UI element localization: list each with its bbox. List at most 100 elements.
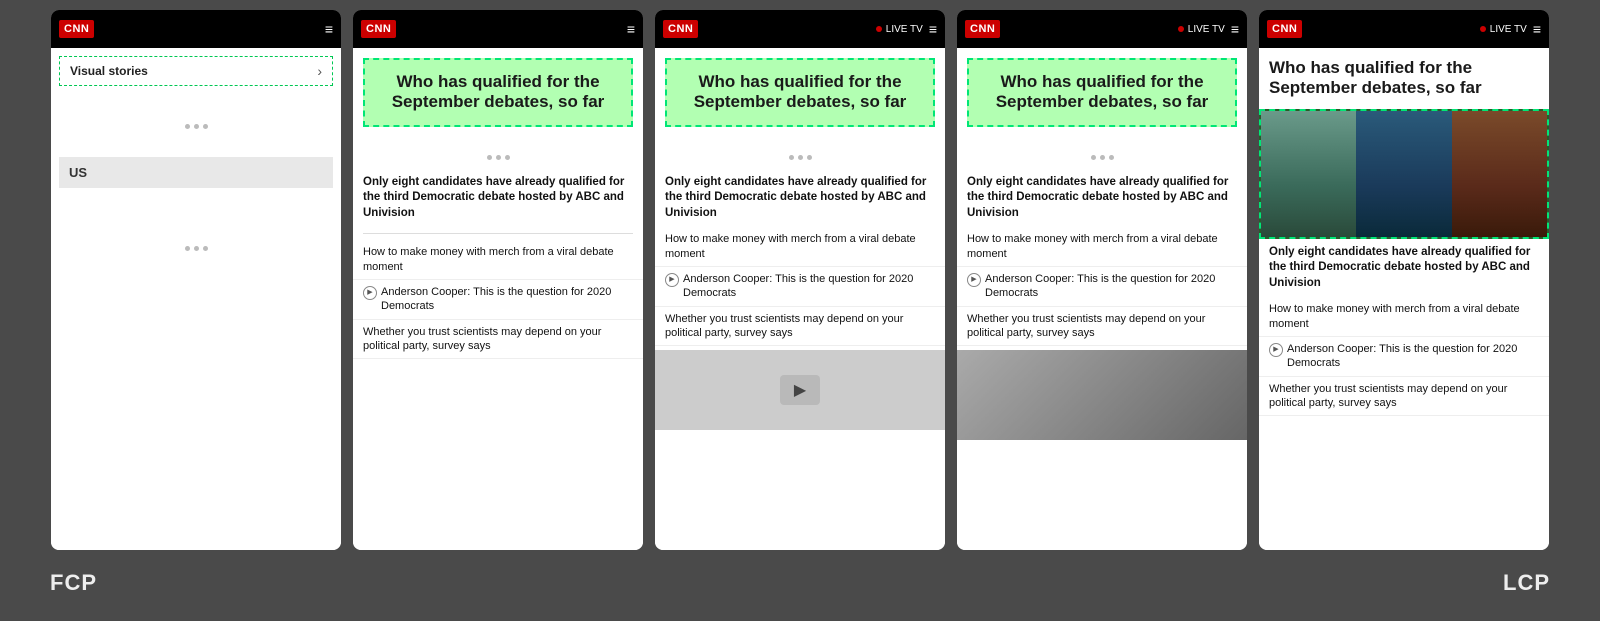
dot-f (807, 155, 812, 160)
live-tv-label-3: LIVE TV (886, 24, 923, 35)
cnn-header-1: CNN ≡ (51, 10, 341, 48)
dot-i (1109, 155, 1114, 160)
dot-h (1100, 155, 1105, 160)
hamburger-icon-4[interactable]: ≡ (1231, 21, 1239, 37)
dot-6 (203, 246, 208, 251)
play-icon-3-1: ▶ (665, 273, 679, 287)
article-title-box-3: Who has qualified for the September deba… (665, 58, 935, 127)
cnn-header-2: CNN ≡ (353, 10, 643, 48)
fcp-label: FCP (50, 570, 97, 596)
bottom-labels: FCP LCP (20, 558, 1580, 600)
article-snippet-2: Only eight candidates have already quali… (353, 175, 643, 228)
header-right-2: ≡ (627, 21, 635, 37)
frame2-content: Who has qualified for the September deba… (353, 48, 643, 550)
hamburger-icon-5[interactable]: ≡ (1533, 21, 1541, 37)
frame-2: CNN ≡ Who has qualified for the Septembe… (353, 10, 643, 550)
cnn-logo-4: CNN (965, 20, 1000, 38)
cnn-logo-3: CNN (663, 20, 698, 38)
candidate-3 (1452, 111, 1547, 237)
play-icon-4-1: ▶ (967, 273, 981, 287)
article-snippet-3: Only eight candidates have already quali… (655, 175, 945, 228)
sub-article-2-0[interactable]: How to make money with merch from a vira… (353, 240, 643, 280)
frames-container: CNN ≡ Visual stories › US (20, 10, 1580, 550)
sub-article-4-2[interactable]: Whether you trust scientists may depend … (957, 307, 1247, 347)
frame4-content: Who has qualified for the September deba… (957, 48, 1247, 550)
frame3-content: Who has qualified for the September deba… (655, 48, 945, 550)
live-tv-label-5: LIVE TV (1490, 24, 1527, 35)
header-right-5: LIVE TV ≡ (1480, 21, 1541, 37)
sub-article-2-1[interactable]: ▶ Anderson Cooper: This is the question … (353, 280, 643, 320)
sub-article-5-1-text: Anderson Cooper: This is the question fo… (1287, 342, 1539, 371)
sub-article-4-1[interactable]: ▶ Anderson Cooper: This is the question … (957, 267, 1247, 307)
cnn-logo-1: CNN (59, 20, 94, 38)
dot-5 (194, 246, 199, 251)
sub-article-4-1-text: Anderson Cooper: This is the question fo… (985, 272, 1237, 301)
frame-4: CNN LIVE TV ≡ Who has qualified for the … (957, 10, 1247, 550)
live-tv-5[interactable]: LIVE TV (1480, 24, 1527, 35)
sub-article-5-0[interactable]: How to make money with merch from a vira… (1259, 297, 1549, 337)
dot-2 (194, 124, 199, 129)
header-right-3: LIVE TV ≡ (876, 21, 937, 37)
header-right-1: ≡ (325, 21, 333, 37)
dot-3 (203, 124, 208, 129)
dot-e (798, 155, 803, 160)
loading-dots-mid-4 (957, 135, 1247, 175)
dot-d (789, 155, 794, 160)
sub-article-2-1-text: Anderson Cooper: This is the question fo… (381, 285, 633, 314)
live-dot-5 (1480, 26, 1486, 32)
loading-dots-2 (51, 196, 341, 271)
candidate-1 (1261, 111, 1356, 237)
cnn-header-5: CNN LIVE TV ≡ (1259, 10, 1549, 48)
candidates-image-5 (1259, 109, 1549, 239)
dot-1 (185, 124, 190, 129)
sub-article-5-2[interactable]: Whether you trust scientists may depend … (1259, 377, 1549, 417)
hamburger-icon-3[interactable]: ≡ (929, 21, 937, 37)
divider-2 (363, 233, 633, 234)
sub-article-3-1-text: Anderson Cooper: This is the question fo… (683, 272, 935, 301)
frame-3: CNN LIVE TV ≡ Who has qualified for the … (655, 10, 945, 550)
hamburger-icon-1[interactable]: ≡ (325, 21, 333, 37)
dot-4 (185, 246, 190, 251)
cnn-logo-2: CNN (361, 20, 396, 38)
play-icon-5-1: ▶ (1269, 343, 1283, 357)
sub-article-4-0[interactable]: How to make money with merch from a vira… (957, 227, 1247, 267)
dot-c (505, 155, 510, 160)
cnn-logo-5: CNN (1267, 20, 1302, 38)
hamburger-icon-2[interactable]: ≡ (627, 21, 635, 37)
sub-article-3-0[interactable]: How to make money with merch from a vira… (655, 227, 945, 267)
article-title-box-4: Who has qualified for the September deba… (967, 58, 1237, 127)
dot-b (496, 155, 501, 160)
cnn-header-4: CNN LIVE TV ≡ (957, 10, 1247, 48)
live-tv-4[interactable]: LIVE TV (1178, 24, 1225, 35)
live-tv-3[interactable]: LIVE TV (876, 24, 923, 35)
sub-article-2-2[interactable]: Whether you trust scientists may depend … (353, 320, 643, 360)
frame-5: CNN LIVE TV ≡ Who has qualified for the … (1259, 10, 1549, 550)
dot-a (487, 155, 492, 160)
header-right-4: LIVE TV ≡ (1178, 21, 1239, 37)
live-dot-4 (1178, 26, 1184, 32)
frame-1: CNN ≡ Visual stories › US (51, 10, 341, 550)
article-title-box-2: Who has qualified for the September deba… (363, 58, 633, 127)
article-snippet-5: Only eight candidates have already quali… (1259, 239, 1549, 298)
us-section: US (59, 157, 333, 188)
dot-g (1091, 155, 1096, 160)
play-btn-large-3[interactable]: ▶ (780, 375, 820, 405)
sub-article-5-1[interactable]: ▶ Anderson Cooper: This is the question … (1259, 337, 1549, 377)
visual-stories-label: Visual stories (70, 64, 148, 78)
loading-dots-1 (51, 94, 341, 149)
article-title-plain-5: Who has qualified for the September deba… (1269, 58, 1539, 99)
lcp-label: LCP (1503, 570, 1550, 596)
chevron-right-icon: › (317, 63, 322, 79)
visual-stories-bar[interactable]: Visual stories › (59, 56, 333, 86)
cnn-header-3: CNN LIVE TV ≡ (655, 10, 945, 48)
sub-article-3-2[interactable]: Whether you trust scientists may depend … (655, 307, 945, 347)
live-dot-3 (876, 26, 882, 32)
candidate-2 (1356, 111, 1451, 237)
video-overlay-3[interactable]: ▶ (655, 350, 945, 430)
frame1-content: Visual stories › US (51, 48, 341, 550)
article-title-2: Who has qualified for the September deba… (375, 72, 621, 113)
article-title-4: Who has qualified for the September deba… (979, 72, 1225, 113)
frame5-content: Who has qualified for the September deba… (1259, 48, 1549, 550)
sub-article-3-1[interactable]: ▶ Anderson Cooper: This is the question … (655, 267, 945, 307)
loading-dots-mid-2 (353, 135, 643, 175)
